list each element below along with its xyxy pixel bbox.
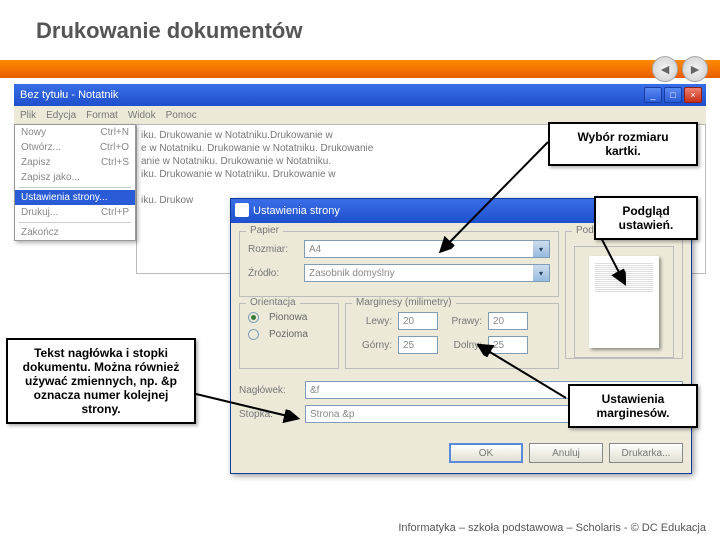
accent-bar: ◄ ► — [0, 60, 720, 78]
callout-paper-size: Wybór rozmiaru kartki. — [548, 122, 698, 166]
callout-margins: Ustawienia marginesów. — [568, 384, 698, 428]
callout-preview: Podgląd ustawień. — [594, 196, 698, 240]
slide-footer: Informatyka – szkoła podstawowa – Schola… — [398, 522, 706, 534]
callout-header-footer: Tekst nagłówka i stopki dokumentu. Można… — [6, 338, 196, 424]
page-title: Drukowanie dokumentów — [36, 18, 720, 44]
